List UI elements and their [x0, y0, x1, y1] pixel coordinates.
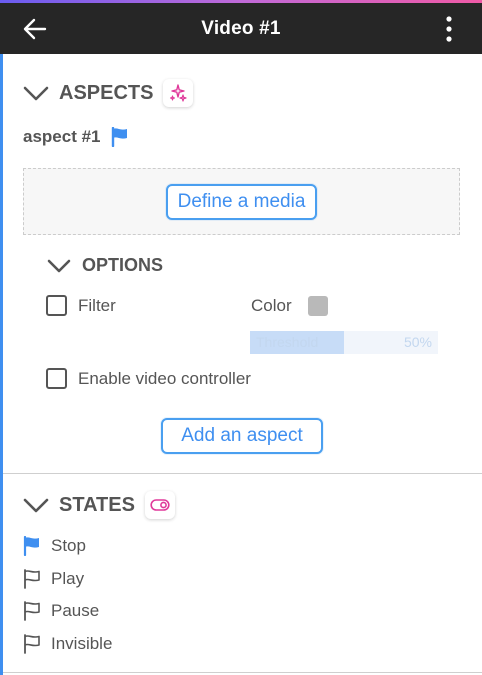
more-vertical-icon[interactable] — [444, 15, 454, 43]
states-title: STATES — [59, 493, 135, 516]
state-label: Stop — [51, 536, 86, 555]
state-label: Invisible — [51, 634, 113, 653]
color-option: Color — [251, 296, 328, 316]
filter-option[interactable]: Filter — [46, 295, 116, 316]
options-section-header[interactable]: OPTIONS — [46, 255, 163, 276]
aspect-name-label: aspect #1 — [23, 127, 101, 146]
state-label: Pause — [51, 601, 100, 620]
state-item-play[interactable]: Play — [23, 569, 84, 589]
video-controller-checkbox[interactable] — [46, 368, 67, 389]
threshold-slider[interactable]: Threshold 50% — [250, 331, 438, 354]
color-swatch[interactable] — [307, 296, 328, 316]
aspects-section-header[interactable]: ASPECTS — [23, 79, 194, 107]
flag-filled-icon[interactable] — [111, 127, 129, 147]
chevron-down-icon[interactable] — [46, 257, 72, 275]
state-item-stop[interactable]: Stop — [23, 536, 86, 556]
options-title: OPTIONS — [82, 255, 164, 275]
video-controller-option[interactable]: Enable video controller — [46, 368, 251, 389]
toggle-icon — [150, 499, 170, 511]
state-item-invisible[interactable]: Invisible — [23, 634, 112, 654]
flag-filled-icon — [23, 536, 39, 556]
section-divider — [3, 473, 482, 474]
header-bar: Video #1 — [0, 3, 482, 54]
chevron-down-icon[interactable] — [23, 84, 49, 102]
define-media-button[interactable]: Define a media — [165, 183, 318, 220]
flag-outline-icon — [24, 569, 40, 589]
aspects-badge — [163, 79, 194, 107]
threshold-value: 50% — [403, 334, 432, 350]
arrow-left-icon[interactable] — [22, 16, 48, 42]
page-title: Video #1 — [201, 17, 281, 39]
video-controller-label: Enable video controller — [78, 368, 251, 388]
add-aspect-button[interactable]: Add an aspect — [161, 418, 323, 454]
threshold-label: Threshold — [256, 334, 319, 350]
aspect-item[interactable]: aspect #1 — [23, 127, 129, 147]
color-label: Color — [251, 296, 292, 315]
chevron-down-icon[interactable] — [23, 496, 49, 514]
aspects-title: ASPECTS — [59, 81, 154, 104]
states-badge — [144, 491, 175, 519]
flag-outline-icon — [24, 634, 40, 654]
state-item-pause[interactable]: Pause — [23, 601, 99, 621]
states-section-header[interactable]: STATES — [23, 491, 175, 519]
filter-checkbox[interactable] — [46, 295, 67, 316]
bottom-divider — [3, 672, 482, 673]
sparkles-icon — [170, 84, 188, 102]
left-accent-bar — [0, 3, 3, 675]
state-label: Play — [51, 569, 85, 588]
media-dropzone[interactable]: Define a media — [23, 168, 460, 235]
flag-outline-icon — [24, 601, 40, 621]
filter-label: Filter — [78, 295, 116, 315]
